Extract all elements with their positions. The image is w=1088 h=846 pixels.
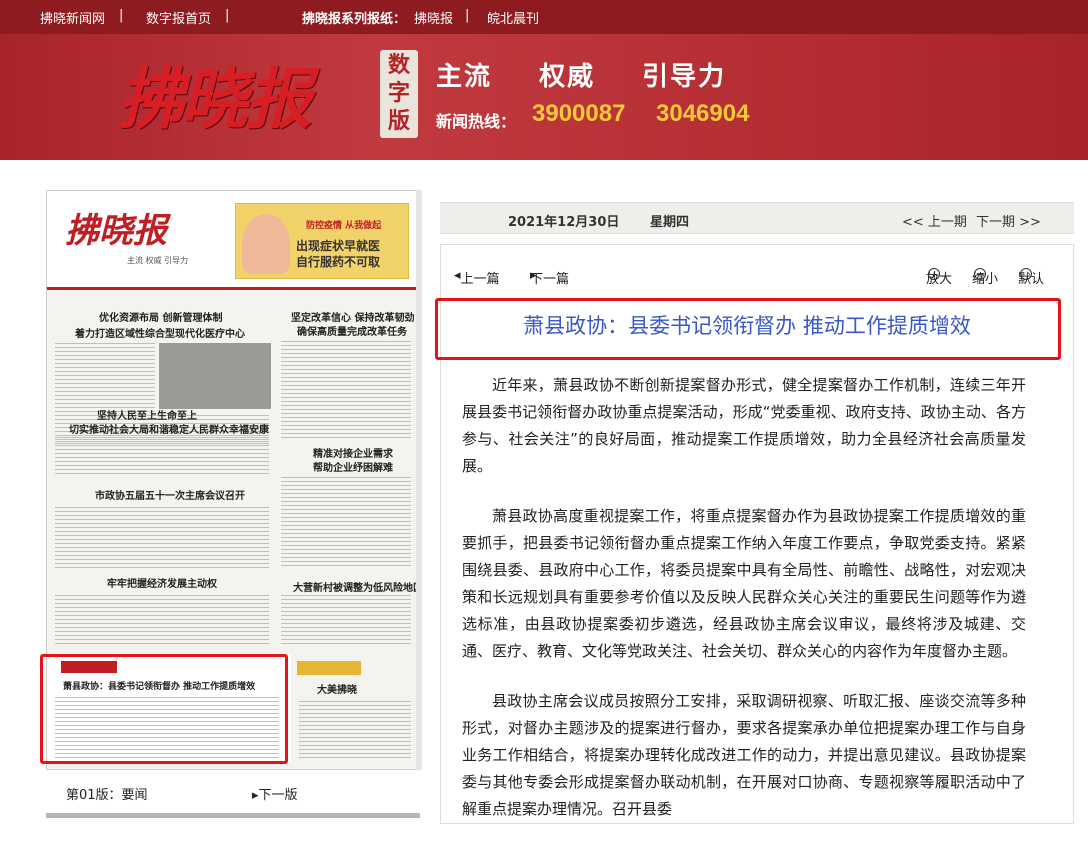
slogan-item: 引导力	[642, 62, 727, 92]
top-nav-bar: 拂晓新闻网 | 数字报首页 | 拂晓报系列报纸： 拂晓报 | 皖北晨刊	[0, 0, 1088, 34]
ad-top-text: 防控疫情 从我做起	[306, 221, 382, 231]
default-size-button[interactable]: 默认	[1018, 268, 1044, 287]
digital-edition-badge: 数字版	[380, 50, 418, 138]
home-link[interactable]: 数字报首页	[146, 8, 211, 27]
badge-char: 字	[387, 81, 410, 106]
masthead-banner: 拂晓报 数字版 主流 权威 引导力 新闻热线： 3900087 3046904	[0, 34, 1088, 160]
page-text-block	[299, 701, 411, 759]
issue-weekday: 星期四	[650, 215, 690, 230]
page-thumbnail-strip[interactable]	[46, 813, 420, 818]
prev-article-link[interactable]: ◂ 上一篇	[454, 268, 500, 287]
circle-icon	[1020, 268, 1032, 280]
slogan: 主流 权威 引导力	[436, 56, 762, 93]
page-headline[interactable]: 精准对接企业需求	[313, 445, 393, 460]
page-photo	[159, 343, 271, 409]
next-page-link[interactable]: ▸下一版	[252, 784, 298, 803]
badge-char: 数	[387, 53, 410, 78]
article-body: 近年来，萧县政协不断创新提案督办形式，健全提案督办工作机制，连续三年开展县委书记…	[462, 372, 1026, 846]
page-scrollbar[interactable]	[416, 190, 422, 770]
slogan-item: 权威	[539, 62, 596, 92]
page-text-block	[55, 343, 155, 413]
page-headline[interactable]: 确保高质量完成改革任务	[297, 323, 407, 338]
zoom-in-button[interactable]: 放大	[926, 268, 952, 287]
page-logo: 拂晓报	[65, 211, 167, 251]
series-label: 拂晓报系列报纸：	[302, 12, 407, 27]
page-headline[interactable]: 坚持人民至上生命至上	[97, 407, 197, 422]
page-text-block	[281, 595, 411, 647]
separator: |	[465, 8, 470, 23]
minus-circle-icon	[974, 268, 986, 280]
paper-link-wanbei[interactable]: 皖北晨刊	[487, 8, 539, 27]
next-issue-link[interactable]: 下一期 >>	[976, 211, 1041, 230]
badge-char: 版	[387, 109, 410, 134]
page-text-block	[55, 507, 269, 569]
page-label: 第01版：要闻	[66, 788, 148, 803]
page-headline[interactable]: 帮助企业纾困解难	[313, 459, 393, 474]
page-headline[interactable]: 大营新村被调整为低风险地区	[293, 579, 419, 594]
page-text-block	[55, 437, 269, 477]
prev-issue-link[interactable]: << 上一期	[902, 211, 967, 230]
article-paragraph: 萧县政协高度重视提案工作，将重点提案督办作为县政协提案工作提质增效的重要抓手，把…	[462, 507, 1026, 660]
next-page-label[interactable]: 下一版	[259, 788, 298, 803]
page-headline[interactable]: 牢牢把握经济发展主动权	[107, 575, 217, 590]
ad-text: 出现症状早就医 自行服药不可取	[296, 238, 380, 270]
hotline-label: 新闻热线：	[436, 112, 517, 131]
badge-char: 数字版	[380, 52, 418, 136]
page-headline[interactable]: 坚定改革信心 保持改革韧劲	[291, 309, 414, 324]
next-article-link[interactable]: 下一篇 ▸	[530, 268, 569, 287]
site-link[interactable]: 拂晓新闻网	[40, 8, 105, 27]
article-toolbar: ◂ 上一篇 下一篇 ▸ 放大 缩小 默认	[454, 268, 1058, 288]
ad-banner[interactable]: 防控疫情 从我做起 出现症状早就医 自行服药不可取	[235, 203, 409, 279]
page-headline[interactable]: 市政协五届五十一次主席会议召开	[95, 487, 245, 502]
zoom-out-button[interactable]: 缩小	[972, 268, 998, 287]
plus-circle-icon	[928, 268, 940, 280]
next-article-label[interactable]: 下一篇	[530, 268, 569, 287]
page-masthead: 拂晓报 主流 权威 引导力 防控疫情 从我做起 出现症状早就医 自行服药不可取	[47, 191, 419, 287]
page-text-block	[281, 477, 411, 567]
page-headline[interactable]: 着力打造区域性综合型现代化医疗中心	[75, 325, 245, 340]
page-logo-sub: 主流 权威 引导力	[127, 256, 189, 265]
doctor-illustration	[242, 214, 290, 274]
issue-date-bar: 2021年12月30日 星期四 << 上一期 下一期 >>	[440, 202, 1074, 234]
highlight-box-title	[435, 298, 1061, 360]
issue-date: 2021年12月30日	[508, 215, 620, 230]
hotline-number: 3046904	[656, 100, 750, 127]
ad-line: 出现症状早就医	[296, 239, 381, 253]
prev-article-label[interactable]: 上一篇	[461, 268, 500, 287]
column-tag	[297, 661, 361, 675]
slogan-item: 主流	[436, 62, 493, 92]
page-headline[interactable]: 切实推动社会大局和谐稳定人民群众幸福安康	[69, 421, 269, 436]
paper-link-fuxiaobao[interactable]: 拂晓报	[414, 8, 453, 27]
page-rule	[47, 287, 419, 290]
highlight-box-page	[40, 654, 288, 764]
newspaper-logo[interactable]: 拂晓报	[118, 46, 312, 142]
separator: |	[225, 8, 230, 23]
hotline-number: 3900087	[532, 100, 626, 127]
page-text-block	[281, 341, 411, 441]
page-headline[interactable]: 优化资源布局 创新管理体制	[99, 309, 222, 324]
article-paragraph: 近年来，萧县政协不断创新提案督办形式，健全提案督办工作机制，连续三年开展县委书记…	[462, 376, 1026, 475]
separator: |	[119, 8, 124, 23]
page-text-block	[55, 595, 269, 647]
article-paragraph: 县政协主席会议成员按照分工安排，采取调研视察、听取汇报、座谈交流等多种形式，对督…	[462, 692, 1026, 818]
page-headline[interactable]: 大美拂晓	[317, 681, 357, 696]
ad-line: 自行服药不可取	[296, 255, 381, 269]
